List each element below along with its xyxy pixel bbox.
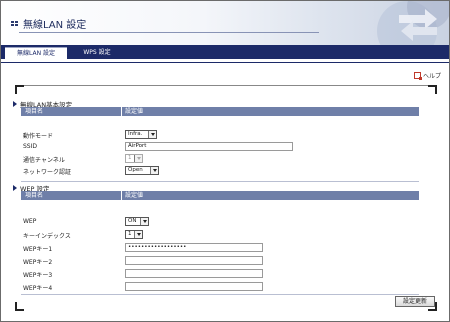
- wep-key4-input[interactable]: [125, 282, 263, 291]
- panel-corner: [15, 85, 24, 94]
- table-body: WEP ON キーインデックス 1 WEPキー1 •••••••••••••••…: [21, 200, 419, 295]
- tab-wireless-lan-settings[interactable]: 無線LAN 設定: [5, 47, 67, 59]
- chevron-down-icon: [134, 155, 142, 162]
- table-row: SSID AirPort: [21, 141, 419, 153]
- channel-select[interactable]: 1: [125, 154, 143, 163]
- wep-key4-label: WEPキー4: [23, 285, 53, 292]
- help-link[interactable]: ヘルプ: [413, 71, 441, 80]
- column-header-value: 設定値: [125, 108, 144, 115]
- table-row: WEP ON: [21, 216, 419, 228]
- table-header: 項目名 設定値: [21, 107, 419, 116]
- key-index-select[interactable]: 1: [125, 230, 143, 239]
- table-row: WEPキー2: [21, 255, 419, 267]
- wep-settings-table: 項目名 設定値 WEP ON キーインデックス 1 WEPキー1 •••••••…: [21, 191, 419, 295]
- column-separator: [121, 191, 122, 200]
- wep-key1-label: WEPキー1: [23, 246, 53, 253]
- header-arrows-decoration: [377, 1, 449, 45]
- table-row: WEPキー4: [21, 281, 419, 293]
- chevron-down-icon: [140, 218, 148, 225]
- mode-label: 動作モード: [23, 133, 54, 140]
- table-body: 動作モード Infra. SSID AirPort 通信チャンネル 1 ネットワ…: [21, 116, 419, 182]
- header-rule: [19, 32, 319, 33]
- mode-select[interactable]: Infra.: [125, 130, 157, 139]
- auth-label: ネットワーク認証: [23, 169, 72, 176]
- table-header: 項目名 設定値: [21, 191, 419, 200]
- page-title: 無線LAN 設定: [23, 20, 87, 31]
- chevron-down-icon: [134, 231, 142, 238]
- triangle-bullet-icon: [13, 101, 17, 107]
- wep-key1-input[interactable]: ••••••••••••••••••: [125, 243, 263, 252]
- table-row: WEPキー3: [21, 268, 419, 280]
- table-row: キーインデックス 1: [21, 229, 419, 241]
- key-index-label: キーインデックス: [23, 233, 71, 240]
- table-row: 動作モード Infra.: [21, 129, 419, 141]
- wep-key2-input[interactable]: [125, 256, 263, 265]
- settings-window: 無線LAN 設定 無線LAN 設定 WPS 設定 ヘルプ 無線LAN基本設定 項…: [0, 0, 450, 322]
- tab-wps-settings[interactable]: WPS 設定: [71, 47, 123, 59]
- table-row: 通信チャンネル 1: [21, 153, 419, 165]
- help-icon: [413, 72, 422, 80]
- ssid-input[interactable]: AirPort: [125, 142, 293, 151]
- update-settings-button[interactable]: 設定更新: [395, 296, 435, 307]
- mode-select-value: Infra.: [128, 131, 143, 137]
- column-header-value: 設定値: [125, 192, 144, 199]
- channel-select-value: 1: [128, 155, 132, 161]
- chevron-down-icon: [150, 167, 158, 174]
- key-index-select-value: 1: [128, 231, 132, 237]
- help-label: ヘルプ: [422, 73, 441, 80]
- wep-key2-label: WEPキー2: [23, 259, 53, 266]
- ssid-label: SSID: [23, 143, 38, 150]
- chevron-down-icon: [148, 131, 156, 138]
- column-header-item: 項目名: [25, 108, 44, 115]
- triangle-bullet-icon: [13, 185, 17, 191]
- wep-select[interactable]: ON: [125, 217, 149, 226]
- basic-settings-table: 項目名 設定値 動作モード Infra. SSID AirPort 通信チャンネ…: [21, 107, 419, 182]
- column-separator: [121, 107, 122, 116]
- tab-underline: [1, 59, 449, 63]
- page-header: 無線LAN 設定: [1, 1, 449, 45]
- auth-select-value: Open: [128, 167, 143, 173]
- tab-bar: 無線LAN 設定 WPS 設定: [1, 45, 449, 59]
- channel-label: 通信チャンネル: [23, 157, 65, 164]
- panel-corner: [15, 302, 24, 311]
- wep-key3-input[interactable]: [125, 269, 263, 278]
- wep-select-value: ON: [128, 218, 137, 224]
- table-row: ネットワーク認証 Open: [21, 165, 419, 177]
- table-row: WEPキー1 ••••••••••••••••••: [21, 242, 419, 254]
- auth-select[interactable]: Open: [125, 166, 159, 175]
- wep-key3-label: WEPキー3: [23, 272, 53, 279]
- wep-label: WEP: [23, 218, 37, 225]
- column-header-item: 項目名: [25, 192, 44, 199]
- grid-bullet-icon: [11, 21, 19, 27]
- panel-corner: [428, 85, 437, 94]
- panel-top-line: [24, 85, 428, 86]
